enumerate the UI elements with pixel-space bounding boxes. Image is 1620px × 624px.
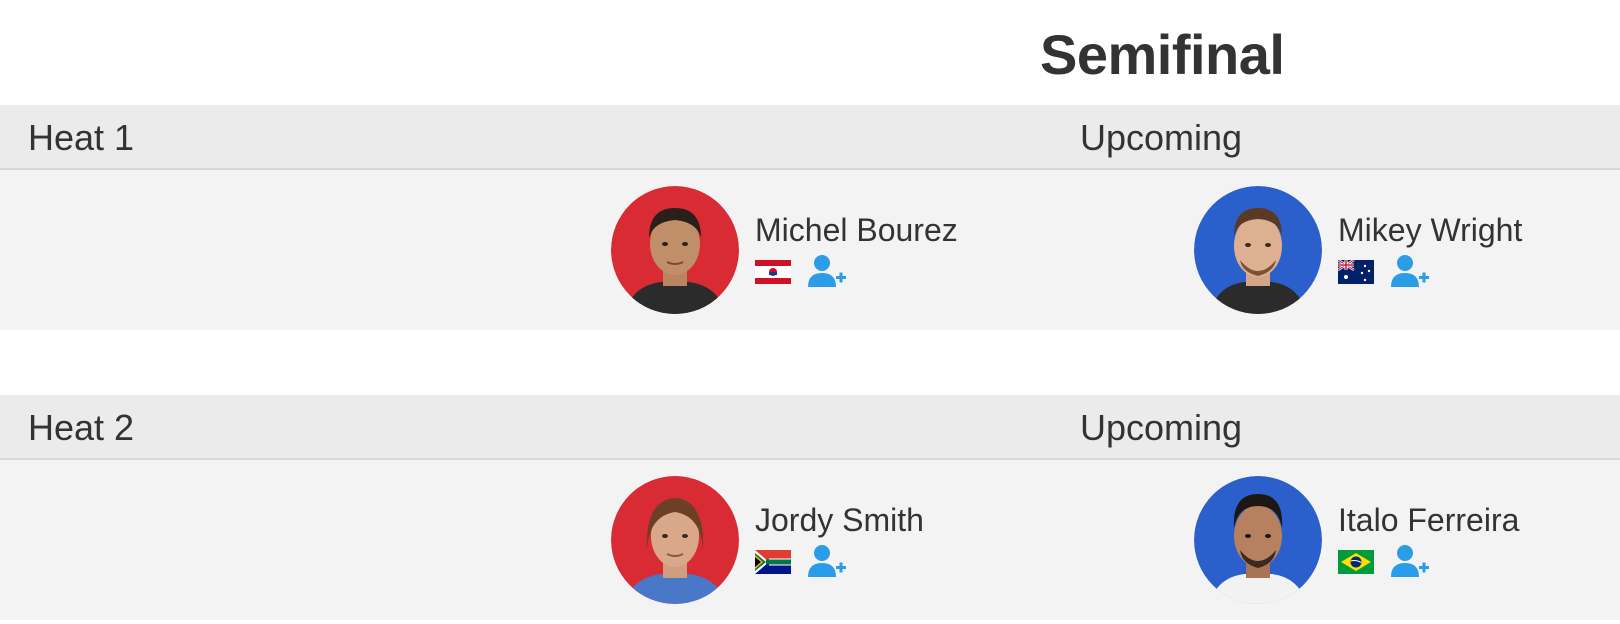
south-africa-flag xyxy=(755,550,791,574)
athlete-avatar[interactable] xyxy=(611,476,739,604)
brazil-flag xyxy=(1338,550,1374,574)
athlete-name[interactable]: Mikey Wright xyxy=(1338,212,1522,249)
follow-athlete-icon[interactable] xyxy=(807,254,847,288)
heat-name: Heat 1 xyxy=(28,117,135,158)
athlete-avatar[interactable] xyxy=(1194,476,1322,604)
australia-flag xyxy=(1338,260,1374,284)
athlete-name[interactable]: Italo Ferreira xyxy=(1338,502,1519,539)
athlete-avatar[interactable] xyxy=(611,186,739,314)
heat-status: Upcoming xyxy=(1080,117,1243,158)
follow-athlete-icon[interactable] xyxy=(1390,254,1430,288)
french-polynesia-flag xyxy=(755,260,791,284)
follow-athlete-icon[interactable] xyxy=(1390,544,1430,578)
athlete-name[interactable]: Jordy Smith xyxy=(755,502,924,539)
heat-athletes-2: Jordy Smith Italo Ferreira xyxy=(0,460,1620,620)
heat-athletes-1: Michel Bourez Mikey Wright xyxy=(0,170,1620,330)
athlete-name[interactable]: Michel Bourez xyxy=(755,212,958,249)
round-title: Semifinal xyxy=(1040,23,1285,86)
follow-athlete-icon[interactable] xyxy=(807,544,847,578)
heat-status: Upcoming xyxy=(1080,407,1243,448)
heat-header-1: Heat 1 Upcoming xyxy=(0,105,1620,170)
heat-header-2: Heat 2 Upcoming xyxy=(0,395,1620,460)
athlete-avatar[interactable] xyxy=(1194,186,1322,314)
heat-name: Heat 2 xyxy=(28,407,135,448)
